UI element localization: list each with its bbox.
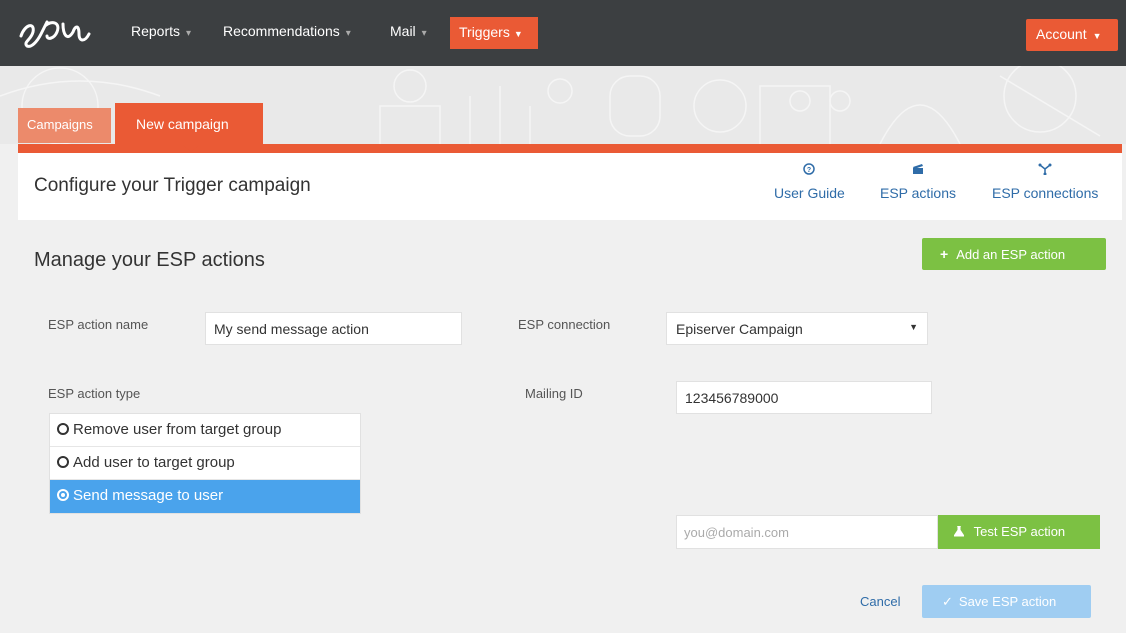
section-title: Manage your ESP actions <box>34 249 265 271</box>
esp-connection-select[interactable]: Episerver Campaign ▼ <box>666 312 928 345</box>
radio-remove-user-label: Remove user from target group <box>73 421 282 438</box>
network-icon <box>992 163 1098 185</box>
account-label: Account <box>1036 26 1087 42</box>
svg-text:?: ? <box>807 167 811 174</box>
test-esp-action-label: Test ESP action <box>973 524 1066 539</box>
add-esp-action-button[interactable]: + Add an ESP action <box>922 238 1106 270</box>
radio-remove-user[interactable]: Remove user from target group <box>50 414 360 447</box>
chevron-down-icon: ▾ <box>345 28 351 39</box>
question-circle-icon: ? <box>774 163 845 185</box>
chevron-down-icon: ▾ <box>186 28 192 39</box>
esp-connection-value: Episerver Campaign <box>676 321 803 337</box>
save-esp-action-label: Save ESP action <box>958 594 1057 609</box>
esp-actions-link[interactable]: ESP actions <box>880 163 956 201</box>
plus-icon: + <box>940 246 949 262</box>
nav-triggers-label: Triggers <box>459 24 510 40</box>
nav-recommendations-label: Recommendations <box>223 23 340 39</box>
test-email-input[interactable] <box>676 515 938 549</box>
esp-action-type-label: ESP action type <box>48 386 141 401</box>
checkmark-icon: ✓ <box>942 594 953 609</box>
user-guide-label: User Guide <box>774 185 845 201</box>
nav-reports-label: Reports <box>131 23 181 39</box>
caret-down-icon: ▼ <box>909 322 918 332</box>
nav-mail[interactable]: Mail ▾ <box>390 23 427 39</box>
user-guide-link[interactable]: ? User Guide <box>774 163 845 201</box>
radio-send-message-label: Send message to user <box>73 487 224 504</box>
nav-triggers[interactable]: Triggers ▼ <box>450 17 538 49</box>
chevron-down-icon: ▾ <box>421 28 427 39</box>
cancel-link[interactable]: Cancel <box>860 594 900 609</box>
radio-add-user[interactable]: Add user to target group <box>50 447 360 480</box>
esp-connection-label: ESP connection <box>518 317 611 332</box>
chevron-down-icon: ▼ <box>513 29 523 39</box>
esp-action-name-label: ESP action name <box>48 317 149 332</box>
esp-action-name-input[interactable]: My send message action <box>205 312 462 345</box>
mailing-id-input[interactable]: 123456789000 <box>676 381 932 414</box>
clapperboard-icon <box>880 163 956 185</box>
radio-add-user-label: Add user to target group <box>73 454 235 471</box>
esp-connections-label: ESP connections <box>992 185 1099 201</box>
episerver-logo[interactable] <box>17 14 101 52</box>
nav-recommendations[interactable]: Recommendations ▾ <box>223 23 351 39</box>
radio-unchecked-icon <box>57 423 69 435</box>
page-title: Configure your Trigger campaign <box>34 175 311 196</box>
tab-campaigns[interactable]: Campaigns <box>18 108 111 143</box>
top-navbar: Reports ▾ Recommendations ▾ Mail ▾ Triggers… <box>0 0 1126 66</box>
add-esp-action-label: Add an ESP action <box>956 247 1066 262</box>
esp-action-type-radio-group: Remove user from target group Add user t… <box>49 413 361 514</box>
esp-actions-label: ESP actions <box>880 185 957 201</box>
nav-mail-label: Mail <box>390 23 416 39</box>
save-esp-action-button[interactable]: ✓ Save ESP action <box>922 585 1091 618</box>
esp-connections-link[interactable]: ESP connections <box>992 163 1098 201</box>
flask-icon <box>953 524 968 539</box>
radio-unchecked-icon <box>57 456 69 468</box>
mailing-id-label: Mailing ID <box>525 386 583 401</box>
chevron-down-icon: ▼ <box>1092 31 1102 41</box>
nav-reports[interactable]: Reports ▾ <box>131 23 191 39</box>
test-esp-action-button[interactable]: Test ESP action <box>938 515 1100 549</box>
active-tab-indicator <box>183 145 199 152</box>
account-menu-button[interactable]: Account ▼ <box>1026 19 1118 51</box>
radio-checked-icon <box>57 489 69 501</box>
radio-send-message[interactable]: Send message to user <box>50 480 360 513</box>
tab-new-campaign[interactable]: New campaign <box>115 103 263 144</box>
